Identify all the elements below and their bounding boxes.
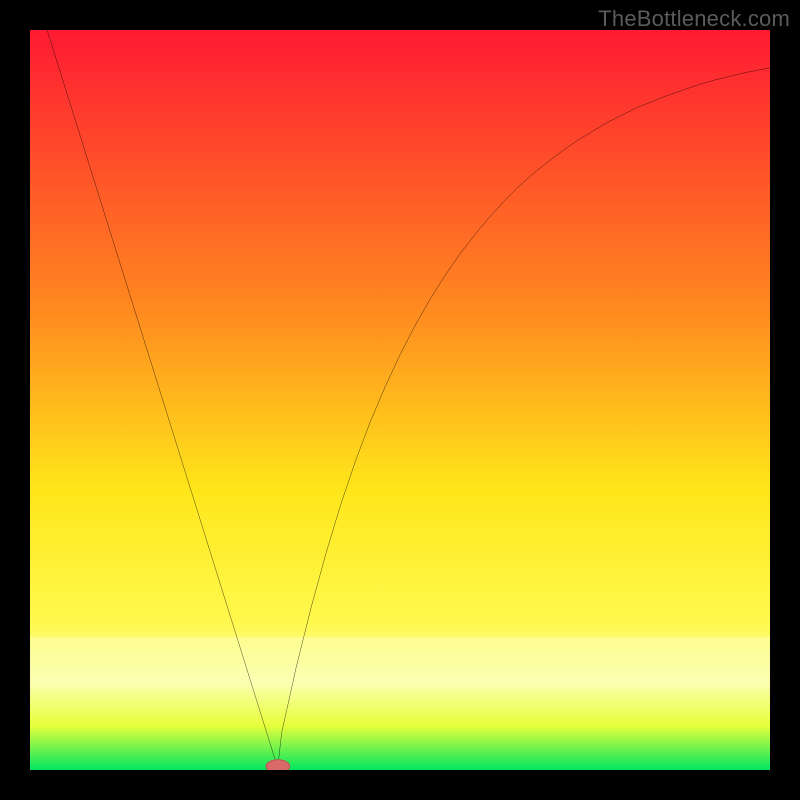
- watermark-text: TheBottleneck.com: [598, 6, 790, 32]
- outer-frame: TheBottleneck.com: [0, 0, 800, 800]
- chart-svg: [30, 30, 770, 770]
- pale-band: [30, 637, 770, 689]
- plot-area: [30, 30, 770, 770]
- optimal-marker: [266, 760, 290, 770]
